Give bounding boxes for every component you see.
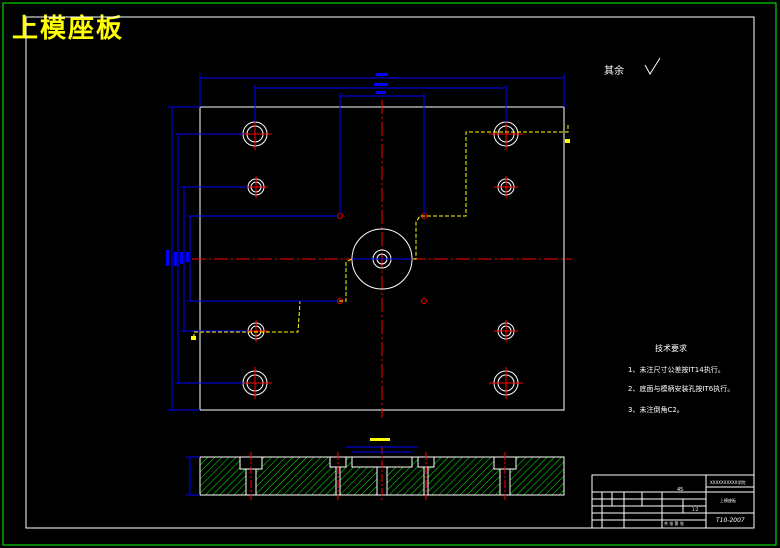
section-label-mark [370,438,390,441]
cad-drawing: 其余 技术要求 1、未注尺寸公差按IT14执行。 2、底面与模柄安装孔按IT6执… [2,2,777,546]
dimension-labels [166,73,388,266]
tech-req-item-1: 1、未注尺寸公差按IT14执行。 [628,365,725,374]
tech-req-heading: 技术要求 [655,343,687,353]
roughness-label: 其余 [604,64,624,77]
tb-company: XXXXXXXXXX学院 [710,479,745,485]
tb-part-name: 上模座板 [720,497,736,503]
roughness-symbol [644,57,661,75]
tb-drawing-no: T10-2007 [716,517,745,524]
tb-scale: 1:2 [692,507,699,512]
section-mark-b [191,336,196,340]
tb-material: 45 [677,487,683,493]
tech-req-item-3: 3、未注倒角C2。 [628,405,684,414]
inner-frame [25,16,755,529]
tech-req-item-2: 2、底面与模柄安装孔按IT6执行。 [628,384,734,393]
tb-sheet: 共 张 第 张 [664,520,684,526]
dimensions [168,74,565,411]
section-path [193,125,569,337]
section-mark-a [565,139,570,143]
